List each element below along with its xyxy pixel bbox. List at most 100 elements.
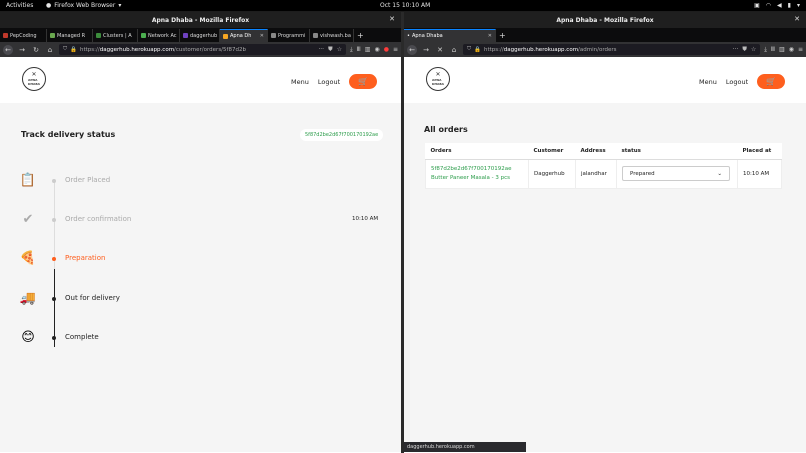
column-header: Orders <box>425 143 529 160</box>
volume-icon: ◀ <box>777 2 782 9</box>
forward-button[interactable]: → <box>421 45 431 55</box>
table-header-row: Orders Customer Address status Placed at <box>425 143 782 160</box>
system-top-bar: Activities ● Firefox Web Browser ▾ Oct 1… <box>0 0 806 11</box>
cart-button[interactable]: 🛒 <box>757 74 786 89</box>
sidebar-icon[interactable]: ▥ <box>779 46 785 54</box>
browser-tab[interactable]: Programmi <box>268 29 310 42</box>
status-cell: Prepared ⌄ <box>616 158 738 189</box>
tab-label: Managed R <box>57 32 86 39</box>
home-button[interactable]: ⌂ <box>449 45 459 55</box>
column-header: Customer <box>528 143 576 160</box>
library-icon[interactable]: Ⅲ <box>357 46 361 54</box>
pocket-icon[interactable]: ⛊ <box>328 46 333 54</box>
stop-button[interactable]: ✕ <box>435 45 445 55</box>
tab-favicon-icon <box>271 33 276 38</box>
back-button[interactable]: ← <box>407 44 417 55</box>
status-select[interactable]: Prepared ⌄ <box>622 166 730 181</box>
hamburger-menu-icon[interactable]: ≡ <box>798 46 803 54</box>
download-icon[interactable]: ⤓ <box>764 46 767 54</box>
cart-icon: 🛒 <box>766 77 777 86</box>
tab-label: vishwash.ba <box>320 32 351 39</box>
step-label: Out for delivery <box>65 294 120 302</box>
right-browser-window: Apna Dhaba - Mozilla Firefox ✕ • Apna Dh… <box>404 12 806 453</box>
tab-label: Apna Dhaba <box>411 33 443 39</box>
step-dot <box>52 336 56 340</box>
site-header: ✕ APNA DHABA Menu Logout 🛒 <box>404 57 806 103</box>
tab-favicon-icon <box>50 33 55 38</box>
browser-tab[interactable]: PepCoding <box>0 29 47 42</box>
cart-button[interactable]: 🛒 <box>349 74 378 89</box>
new-tab-button[interactable]: + <box>496 31 509 40</box>
menu-link[interactable]: Menu <box>699 78 717 86</box>
order-cell: 5f87d2be2d67f700170192ae Butter Paneer M… <box>425 158 529 189</box>
tab-loading-icon: • <box>407 33 410 39</box>
menu-link[interactable]: Menu <box>291 78 309 86</box>
account-icon[interactable]: ◉ <box>374 46 379 54</box>
logout-link[interactable]: Logout <box>726 78 748 86</box>
window-title: Apna Dhaba - Mozilla Firefox <box>556 16 654 24</box>
url-path: /customer/orders/5f87d2b <box>174 46 246 53</box>
track-status-section: Track delivery status 5f87d2be2d67f70017… <box>0 103 401 452</box>
browser-tab[interactable]: daggerhub <box>180 29 220 42</box>
lock-icon: 🔒 <box>474 46 481 53</box>
sidebar-icon[interactable]: ▥ <box>365 46 371 54</box>
logo-text: APNA DHABA <box>28 78 40 86</box>
reload-button[interactable]: ↻ <box>31 45 41 55</box>
library-icon[interactable]: Ⅲ <box>771 46 775 54</box>
hamburger-menu-icon[interactable]: ≡ <box>393 46 398 54</box>
browser-tab[interactable]: vishwash.ba <box>310 29 354 42</box>
home-button[interactable]: ⌂ <box>45 45 55 55</box>
step-label: Preparation <box>65 254 106 262</box>
logout-link[interactable]: Logout <box>318 78 340 86</box>
page-content: ✕ APNA DHABA Menu Logout 🛒 All orders Ord… <box>404 57 806 452</box>
order-id-link[interactable]: 5f87d2be2d67f700170192ae <box>431 165 523 174</box>
pocket-icon[interactable]: ⛊ <box>742 46 747 54</box>
account-icon[interactable]: ◉ <box>789 46 794 54</box>
url-bar[interactable]: ⛉ 🔒 https://daggerhub.herokuapp.com/cust… <box>59 44 346 55</box>
placed-at-cell: 10:10 AM <box>737 158 782 189</box>
download-icon[interactable]: ⤓ <box>350 46 353 54</box>
more-icon[interactable]: ··· <box>733 46 739 54</box>
tab-apna-dhaba[interactable]: • Apna Dhaba ✕ <box>404 29 496 42</box>
new-tab-button[interactable]: + <box>354 31 367 40</box>
close-icon[interactable]: ✕ <box>389 15 395 23</box>
system-clock[interactable]: Oct 15 10:10 AM <box>380 2 430 9</box>
url-path: /admin/orders <box>578 46 617 53</box>
extension-icon[interactable]: ● <box>384 46 389 54</box>
system-tray[interactable]: ▣ ◠ ◀ ▮ ▾ <box>754 2 800 9</box>
site-logo[interactable]: ✕ APNA DHABA <box>426 67 450 91</box>
tab-favicon-icon <box>141 33 146 38</box>
site-logo[interactable]: ✕ APNA DHABA <box>22 67 46 91</box>
close-icon[interactable]: ✕ <box>260 33 264 39</box>
browser-tab[interactable]: Network Ac <box>138 29 180 42</box>
close-icon[interactable]: ✕ <box>794 15 800 23</box>
close-icon[interactable]: ✕ <box>488 33 492 39</box>
more-icon[interactable]: ··· <box>318 46 324 54</box>
column-header: status <box>616 143 738 160</box>
forward-button[interactable]: → <box>17 45 27 55</box>
browser-tab[interactable]: Managed R <box>47 29 93 42</box>
url-bar[interactable]: ⛉ 🔒 https://daggerhub.herokuapp.com/admi… <box>463 44 761 55</box>
activities-button[interactable]: Activities <box>6 2 33 9</box>
bookmark-star-icon[interactable]: ☆ <box>337 46 342 54</box>
bookmark-star-icon[interactable]: ☆ <box>751 46 756 54</box>
step-dot <box>52 218 56 222</box>
table-row: 5f87d2be2d67f700170192ae Butter Paneer M… <box>425 158 782 189</box>
back-button[interactable]: ← <box>3 44 13 55</box>
column-header: Address <box>575 143 617 160</box>
step-dot <box>52 257 56 261</box>
network-icon: ▣ <box>754 2 760 9</box>
browser-tab[interactable]: Clusters | A <box>93 29 138 42</box>
step-icon: 😊 <box>21 329 35 345</box>
app-name: Firefox Web Browser <box>54 2 116 9</box>
url-prefix: https:// <box>80 46 100 53</box>
window-titlebar: Apna Dhaba - Mozilla Firefox ✕ <box>0 12 401 28</box>
page-title: All orders <box>424 125 468 134</box>
app-menu[interactable]: ● Firefox Web Browser ▾ <box>46 2 121 9</box>
browser-tab[interactable]: Apna Dh ✕ <box>220 29 268 42</box>
tab-label: PepCoding <box>10 32 37 39</box>
tab-strip: • Apna Dhaba ✕ + <box>404 28 806 42</box>
orders-table: Orders Customer Address status Placed at… <box>425 143 782 189</box>
tab-label: Network Ac <box>148 32 177 39</box>
step-label: Order confirmation <box>65 215 132 223</box>
